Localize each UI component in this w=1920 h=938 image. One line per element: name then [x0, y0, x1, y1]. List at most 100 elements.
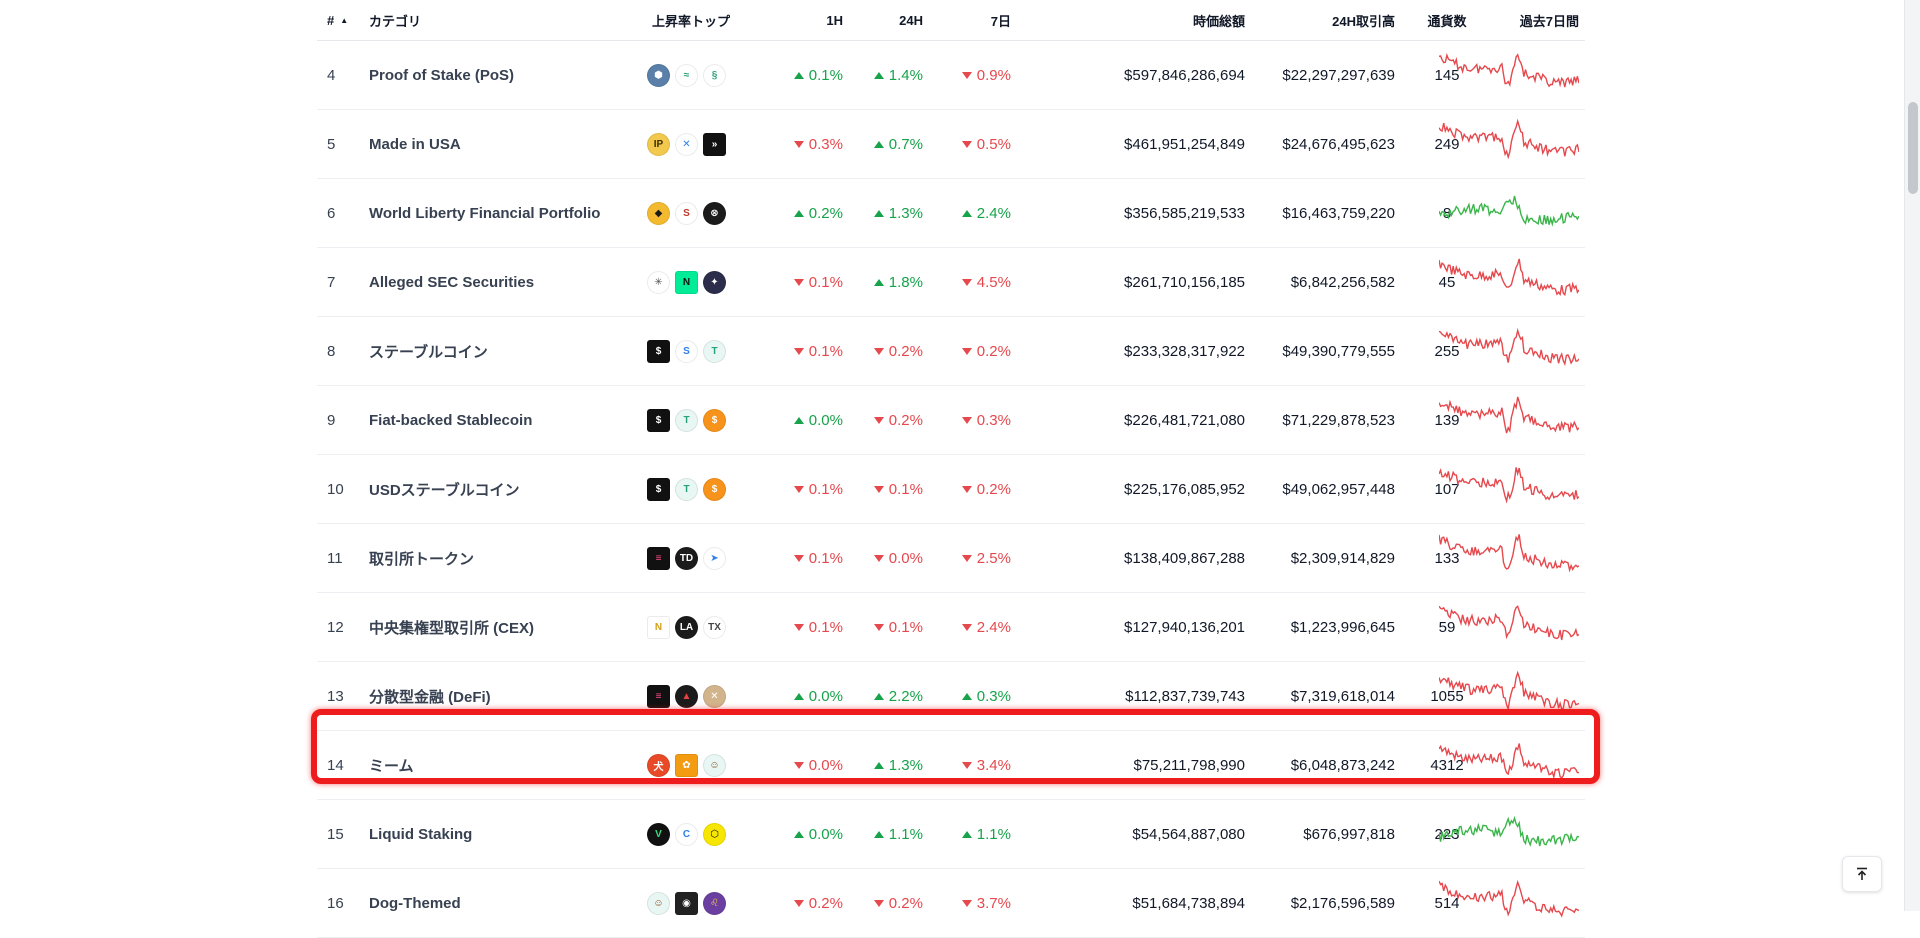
arrow-token-icon[interactable]: »	[703, 132, 726, 156]
doge-face-token-icon[interactable]: ☺	[703, 753, 726, 777]
yellow-hex-token-icon[interactable]: ⬡	[703, 822, 726, 846]
table-row[interactable]: 16 Dog-Themed ☺ ◉ ♌ 0.2% 0.2% 3.7% $51,684,738,8…	[317, 869, 1585, 938]
change-7d: 2.4%	[927, 179, 1011, 247]
caret-down-icon	[793, 347, 804, 355]
change-7d-value: 0.5%	[961, 136, 1011, 153]
dollar-square-token-icon[interactable]: $	[647, 408, 670, 432]
avalanche-token-icon[interactable]: ▲	[675, 684, 698, 708]
row-rank: 12	[327, 618, 344, 636]
dark-dog-token-icon[interactable]: ◉	[675, 891, 698, 915]
usdt-token-icon[interactable]: T	[675, 408, 698, 432]
orange-dollar-token-icon[interactable]: $	[703, 408, 726, 432]
green-v-token-icon[interactable]: V	[647, 822, 670, 846]
near-token-icon[interactable]: N	[675, 270, 698, 294]
caret-up-icon	[961, 692, 972, 700]
volume-24h: $1,223,996,645	[1290, 618, 1395, 636]
category-name[interactable]: Fiat-backed Stablecoin	[369, 386, 689, 454]
table-row[interactable]: 12 中央集権型取引所 (CEX) N LA TX 0.1% 0.1% 2.4% $127,94…	[317, 593, 1585, 662]
category-name[interactable]: 取引所トークン	[369, 524, 689, 592]
change-7d-value: 2.4%	[961, 205, 1011, 222]
category-name[interactable]: World Liberty Financial Portfolio	[369, 179, 689, 247]
category-name[interactable]: USDステーブルコイン	[369, 455, 689, 523]
table-row[interactable]: 15 Liquid Staking V C ⬡ 0.0% 1.1% 1.1% $54,564,8…	[317, 800, 1585, 869]
volume-24h: $22,297,297,639	[1282, 66, 1395, 84]
header-24h[interactable]: 24H	[847, 0, 923, 40]
usdt-token-icon[interactable]: T	[703, 339, 726, 363]
dollar-square-token-icon[interactable]: $	[647, 339, 670, 363]
category-name[interactable]: Liquid Staking	[369, 800, 689, 868]
ip-token-icon[interactable]: IP	[647, 132, 670, 156]
scrollbar-thumb[interactable]	[1908, 102, 1918, 194]
header-7d[interactable]: 7日	[927, 0, 1011, 40]
sparkline-cell	[1439, 317, 1579, 385]
table-row[interactable]: 6 World Liberty Financial Portfolio ◆ S ⊗ 0.2…	[317, 179, 1585, 248]
bnb-token-icon[interactable]: ◆	[647, 201, 670, 225]
market-cap: $51,684,738,894	[1132, 894, 1245, 912]
sort-asc-icon[interactable]: ▲	[340, 16, 348, 25]
market-cap: $261,710,156,185	[1124, 273, 1245, 291]
stripes-token-icon[interactable]: ≡	[647, 684, 670, 708]
change-7d-value: 4.5%	[961, 274, 1011, 291]
paper-plane-token-icon[interactable]: ➤	[703, 546, 726, 570]
dollar-square-token-icon[interactable]: $	[647, 477, 670, 501]
table-row[interactable]: 9 Fiat-backed Stablecoin $ T $0.0% 0.2% 0.3% $2…	[317, 386, 1585, 455]
header-rank[interactable]: # ▲	[327, 0, 357, 40]
x-pattern-token-icon[interactable]: ✳	[647, 270, 670, 294]
category-name[interactable]: Proof of Stake (PoS)	[369, 41, 689, 109]
header-market-cap[interactable]: 時価総額	[1017, 0, 1245, 40]
td-token-icon[interactable]: TD	[675, 546, 698, 570]
table-row[interactable]: 8 ステーブルコイン $ S T 0.1% 0.2% 0.2% $233,328,317,922…	[317, 317, 1585, 386]
market-cap: $225,176,085,952	[1124, 480, 1245, 498]
table-row[interactable]: 11 取引所トークン ≡ TD ➤ 0.1% 0.0% 2.5% $138,409,867,28…	[317, 524, 1585, 593]
table-row[interactable]: 4 Proof of Stake (PoS) ⬢ ≈ § 0.1% 1.4% 0.9% $597…	[317, 41, 1585, 110]
back-to-top-button[interactable]	[1842, 856, 1882, 892]
link-token-icon[interactable]: §	[703, 63, 726, 87]
category-name[interactable]: Alleged SEC Securities	[369, 248, 689, 316]
category-name[interactable]: 中央集権型取引所 (CEX)	[369, 593, 689, 661]
lion-token-icon[interactable]: ♌	[703, 891, 726, 915]
star-token-icon[interactable]: ✦	[703, 270, 726, 294]
red-swirl-token-icon[interactable]: S	[675, 201, 698, 225]
x-token-icon[interactable]: ✕	[675, 132, 698, 156]
caret-up-icon	[793, 416, 804, 424]
volume-24h: $2,309,914,829	[1290, 549, 1395, 567]
dark-token-icon[interactable]: ⊗	[703, 201, 726, 225]
tx24-token-icon[interactable]: TX	[703, 615, 726, 639]
category-name[interactable]: 分散型金融 (DeFi)	[369, 662, 689, 730]
orange-meme-token-icon[interactable]: ✿	[675, 753, 698, 777]
table-row[interactable]: 10 USDステーブルコイン $ T $0.1% 0.1% 0.2% $225,176,085…	[317, 455, 1585, 524]
la-token-icon[interactable]: LA	[675, 615, 698, 639]
top-gainer-coins: N LA TX	[647, 593, 747, 661]
header-volume-24h[interactable]: 24H取引高	[1247, 0, 1395, 40]
gold-n-token-icon[interactable]: N	[647, 615, 670, 639]
row-rank: 15	[327, 825, 344, 843]
table-row[interactable]: 13 分散型金融 (DeFi) ≡ ▲ ✕ 0.0% 2.2% 0.3% $112,837,73…	[317, 662, 1585, 731]
tan-token-icon[interactable]: ✕	[703, 684, 726, 708]
row-rank: 4	[327, 66, 336, 84]
table-row[interactable]: 7 Alleged SEC Securities ✳ N ✦ 0.1% 1.8% 4.5% $2…	[317, 248, 1585, 317]
row-rank: 13	[327, 687, 344, 705]
table-row[interactable]: 14 ミーム犬 ✿ ☺ 0.0% 1.3% 3.4% $75,211,798,990 $6,04…	[317, 731, 1585, 800]
cosmos-hub-icon[interactable]: ⬢	[647, 63, 670, 87]
table-row[interactable]: 5 Made in USA IP ✕» 0.3% 0.7% 0.5% $461,951,254…	[317, 110, 1585, 179]
change-1h: 0.1%	[757, 524, 843, 592]
orange-dollar-token-icon[interactable]: $	[703, 477, 726, 501]
header-category[interactable]: カテゴリ	[369, 0, 689, 40]
vertical-scrollbar[interactable]	[1904, 0, 1920, 911]
change-24h-value: 1.1%	[873, 826, 923, 843]
shiba-inu-token-icon[interactable]: 犬	[647, 753, 670, 777]
stripes-token-icon[interactable]: ≡	[647, 546, 670, 570]
header-1h[interactable]: 1H	[757, 0, 843, 40]
doge-face-token-icon[interactable]: ☺	[647, 891, 670, 915]
category-name[interactable]: Made in USA	[369, 110, 689, 178]
change-24h-value: 0.2%	[873, 895, 923, 912]
usdt-token-icon[interactable]: T	[675, 477, 698, 501]
category-name[interactable]: ミーム	[369, 731, 689, 799]
blue-c-token-icon[interactable]: C	[675, 822, 698, 846]
category-name[interactable]: Dog-Themed	[369, 869, 689, 937]
leaf-token-icon[interactable]: ≈	[675, 63, 698, 87]
caret-down-icon	[961, 623, 972, 631]
change-24h: 0.2%	[847, 386, 923, 454]
category-name[interactable]: ステーブルコイン	[369, 317, 689, 385]
usd-swirl-token-icon[interactable]: S	[675, 339, 698, 363]
